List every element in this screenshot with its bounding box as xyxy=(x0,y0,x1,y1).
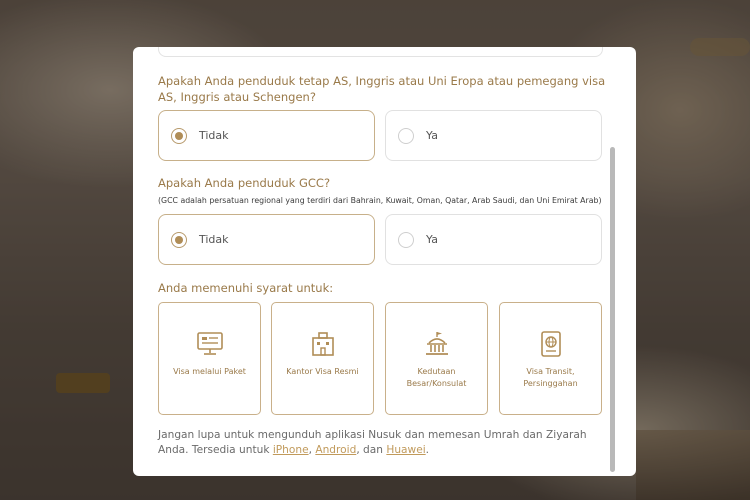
card-visa-office[interactable]: Kantor Visa Resmi xyxy=(271,302,374,415)
passport-icon xyxy=(540,331,561,357)
card-label: Visa Transit, Persinggahan xyxy=(523,367,578,388)
option-label: Tidak xyxy=(199,233,229,246)
question-residency: Apakah Anda penduduk tetap AS, Inggris a… xyxy=(158,74,606,104)
option-label: Ya xyxy=(426,129,438,142)
eligible-title: Anda memenuhi syarat untuk: xyxy=(158,281,334,295)
q1-option-ya[interactable]: Ya xyxy=(385,110,602,161)
option-label: Tidak xyxy=(199,129,229,142)
q2-option-ya[interactable]: Ya xyxy=(385,214,602,265)
huawei-link[interactable]: Huawei xyxy=(386,444,425,456)
footer-end: . xyxy=(425,444,430,456)
building-icon xyxy=(311,332,334,356)
gcc-note: (GCC adalah persatuan regional yang terd… xyxy=(158,196,602,205)
app-download-note: Jangan lupa untuk mengunduh aplikasi Nus… xyxy=(158,428,598,458)
q1-option-tidak[interactable]: Tidak xyxy=(158,110,375,161)
separator: , dan xyxy=(356,444,387,456)
previous-option-box[interactable] xyxy=(158,47,603,57)
card-label: Kedutaan Besar/Konsulat xyxy=(406,367,467,388)
iphone-link[interactable]: iPhone xyxy=(273,444,309,456)
radio-selected-icon[interactable] xyxy=(171,127,187,144)
monitor-icon xyxy=(196,332,223,355)
card-transit-visa[interactable]: Visa Transit, Persinggahan xyxy=(499,302,602,415)
card-label: Visa melalui Paket xyxy=(173,367,246,376)
modal-content: Apakah Anda penduduk tetap AS, Inggris a… xyxy=(133,47,636,476)
scrollbar-thumb[interactable] xyxy=(610,147,615,472)
android-link[interactable]: Android xyxy=(315,444,356,456)
option-label: Ya xyxy=(426,233,438,246)
radio-selected-icon[interactable] xyxy=(171,231,187,248)
eligibility-modal: Apakah Anda penduduk tetap AS, Inggris a… xyxy=(133,47,636,476)
q2-option-tidak[interactable]: Tidak xyxy=(158,214,375,265)
radio-unselected-icon[interactable] xyxy=(398,231,414,248)
radio-unselected-icon[interactable] xyxy=(398,127,414,144)
question-gcc: Apakah Anda penduduk GCC? xyxy=(158,176,331,190)
card-embassy[interactable]: Kedutaan Besar/Konsulat xyxy=(385,302,488,415)
embassy-icon xyxy=(425,332,448,355)
card-label: Kantor Visa Resmi xyxy=(286,367,359,376)
card-visa-package[interactable]: Visa melalui Paket xyxy=(158,302,261,415)
